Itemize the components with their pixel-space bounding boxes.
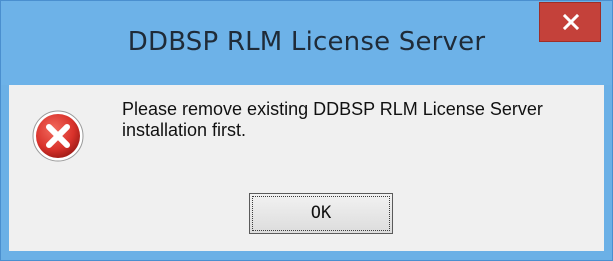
window-title: DDBSP RLM License Server [127, 27, 486, 57]
ok-button[interactable]: OK [249, 193, 393, 234]
error-icon [32, 110, 84, 162]
dialog-window: DDBSP RLM License Server Please remove e… [0, 0, 613, 261]
close-button[interactable] [539, 2, 601, 42]
title-bar[interactable]: DDBSP RLM License Server [1, 1, 612, 85]
message-text: Please remove existing DDBSP RLM License… [122, 99, 543, 140]
dialog-body: Please remove existing DDBSP RLM License… [9, 85, 604, 251]
ok-button-label: OK [310, 203, 332, 223]
close-icon [562, 13, 580, 31]
